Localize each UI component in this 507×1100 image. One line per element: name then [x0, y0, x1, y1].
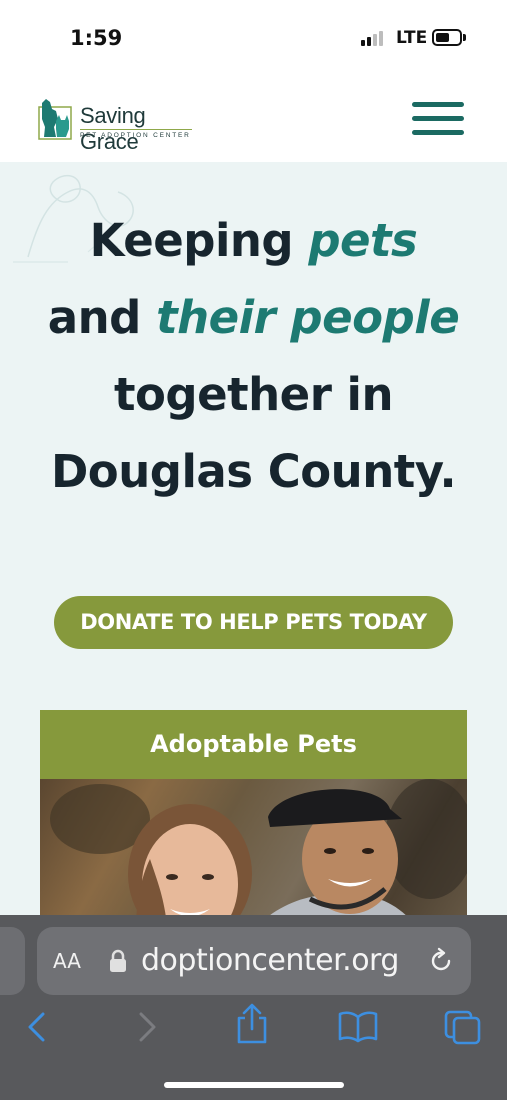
lock-icon [110, 949, 126, 972]
dog-cat-logo-icon [38, 99, 72, 140]
headline-text: Keeping [89, 214, 309, 267]
bookmarks-icon[interactable] [337, 1009, 379, 1043]
url-text[interactable]: doptioncenter.org [141, 943, 399, 978]
previous-tab-peek[interactable] [0, 927, 25, 995]
hero-headline: Keeping pets and their people together i… [20, 202, 487, 510]
status-time: 1:59 [70, 26, 123, 50]
site-header: Saving Grace PET ADOPTION CENTER [0, 80, 507, 162]
adoptable-pets-card[interactable]: Adoptable Pets [40, 710, 467, 922]
battery-icon [432, 29, 462, 46]
tabs-icon[interactable] [443, 1009, 483, 1045]
adoptable-pets-photo[interactable] [40, 779, 467, 922]
headline-text: Douglas County. [50, 445, 457, 498]
text-size-button[interactable]: AA [53, 949, 81, 973]
back-icon[interactable] [24, 1011, 50, 1043]
people-photo-illustration [50, 779, 467, 922]
status-bar: 1:59 LTE [0, 0, 507, 80]
cellular-signal-icon [361, 30, 387, 46]
site-logo[interactable]: Saving Grace PET ADOPTION CENTER [36, 97, 206, 154]
network-type: LTE [396, 28, 428, 48]
home-indicator [164, 1082, 344, 1088]
headline-text: and [47, 291, 157, 344]
logo-divider [80, 129, 192, 130]
hamburger-menu-icon[interactable] [410, 100, 466, 138]
browser-toolbar: AA doptioncenter.org [0, 915, 507, 1100]
hero-section: Keeping pets and their people together i… [0, 162, 507, 922]
battery-tip [463, 34, 466, 41]
headline-accent: pets [308, 214, 418, 267]
share-icon[interactable] [234, 1003, 270, 1045]
forward-icon[interactable] [134, 1011, 160, 1043]
address-bar[interactable]: AA doptioncenter.org [37, 927, 471, 995]
reload-icon[interactable] [427, 947, 455, 975]
headline-accent: their people [156, 291, 460, 344]
logo-subtitle: PET ADOPTION CENTER [80, 132, 191, 139]
headline-text: together in [113, 368, 394, 421]
adoptable-pets-title: Adoptable Pets [40, 710, 467, 779]
donate-button[interactable]: DONATE TO HELP PETS TODAY [54, 596, 453, 649]
